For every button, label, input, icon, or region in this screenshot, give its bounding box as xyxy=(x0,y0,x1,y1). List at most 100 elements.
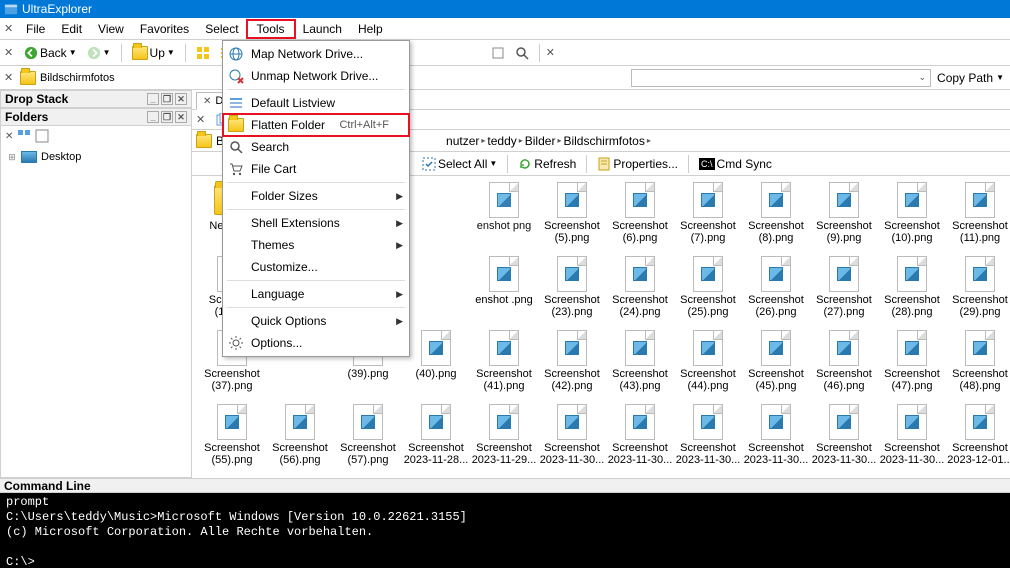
forward-button[interactable]: ▼ xyxy=(83,45,115,61)
tree-expand-icon[interactable]: ⊞ xyxy=(7,152,17,163)
crumb-bilder[interactable]: Bilder▸ xyxy=(525,134,562,148)
address-box[interactable]: Bildschirmfotos xyxy=(14,69,121,87)
folders-toolbar-icon1[interactable] xyxy=(17,129,31,143)
menu-select[interactable]: Select xyxy=(197,20,246,38)
address-close-icon[interactable]: ✕ xyxy=(0,71,14,84)
file-item[interactable]: Screenshot (9).png xyxy=(810,182,878,256)
tools-menu-item[interactable]: Shell Extensions▶ xyxy=(223,212,409,234)
file-item[interactable]: (40).png xyxy=(402,330,470,404)
select-all-icon xyxy=(422,157,436,171)
tree-desktop[interactable]: ⊞ Desktop xyxy=(5,150,187,164)
file-item[interactable]: Screenshot (5).png xyxy=(538,182,606,256)
titlebar: UltraExplorer xyxy=(0,0,1010,18)
menu-launch[interactable]: Launch xyxy=(295,20,350,38)
up-button[interactable]: Up ▼ xyxy=(128,45,179,61)
menu-edit[interactable]: Edit xyxy=(53,20,90,38)
command-line-body[interactable]: prompt C:\Users\teddy\Music>Microsoft Wi… xyxy=(0,493,1010,568)
menubar-close-icon[interactable]: ✕ xyxy=(4,22,18,35)
view-icons-button[interactable] xyxy=(192,45,214,61)
png-file-icon xyxy=(486,330,522,366)
file-item[interactable]: Screenshot (29).png xyxy=(946,256,1010,330)
tools-menu-item[interactable]: Unmap Network Drive... xyxy=(223,65,409,87)
file-item[interactable]: Screenshot 2023-11-30... xyxy=(538,404,606,478)
file-item[interactable]: Screenshot (45).png xyxy=(742,330,810,404)
file-item[interactable]: Screenshot 2023-11-30... xyxy=(810,404,878,478)
search-button[interactable] xyxy=(511,45,533,61)
file-item[interactable]: Screenshot (24).png xyxy=(606,256,674,330)
tools-menu-item[interactable]: File Cart xyxy=(223,158,409,180)
file-item[interactable]: Screenshot (46).png xyxy=(810,330,878,404)
tools-menu-item[interactable]: Options... xyxy=(223,332,409,354)
file-item[interactable]: Screenshot 2023-11-30... xyxy=(606,404,674,478)
file-item[interactable]: Screenshot (7).png xyxy=(674,182,742,256)
file-item[interactable]: Screenshot (56).png xyxy=(266,404,334,478)
file-item[interactable]: Screenshot (48).png xyxy=(946,330,1010,404)
file-item[interactable]: Screenshot (44).png xyxy=(674,330,742,404)
address-folder-name: Bildschirmfotos xyxy=(40,72,115,84)
pane-min-icon[interactable]: _ xyxy=(147,111,159,123)
file-item[interactable]: Screenshot (27).png xyxy=(810,256,878,330)
tools-menu-item[interactable]: Search xyxy=(223,136,409,158)
toolbar-close-2[interactable]: ✕ xyxy=(546,46,555,59)
tools-menu-item[interactable]: Quick Options▶ xyxy=(223,310,409,332)
file-item[interactable]: enshot png xyxy=(470,182,538,256)
file-item[interactable]: Screenshot 2023-11-30... xyxy=(878,404,946,478)
pane-min-icon[interactable]: _ xyxy=(147,93,159,105)
file-item[interactable]: Screenshot 2023-11-29... xyxy=(470,404,538,478)
tools-menu-item[interactable]: Flatten FolderCtrl+Alt+F xyxy=(223,114,409,136)
pane-restore-icon[interactable]: ❐ xyxy=(161,111,173,123)
crumb-teddy[interactable]: teddy▸ xyxy=(487,134,522,148)
tools-menu-item[interactable]: Language▶ xyxy=(223,283,409,305)
copy-path-button[interactable]: Copy Path▼ xyxy=(931,71,1010,85)
properties-button[interactable]: Properties... xyxy=(593,156,682,172)
pane-close-icon[interactable]: ✕ xyxy=(175,93,187,105)
png-file-icon xyxy=(826,256,862,292)
file-item[interactable]: Screenshot (57).png xyxy=(334,404,402,478)
file-item[interactable]: enshot .png xyxy=(470,256,538,330)
menu-tools[interactable]: Tools xyxy=(247,20,295,38)
file-item[interactable]: Screenshot 2023-12-01... xyxy=(946,404,1010,478)
file-item[interactable]: Screenshot (6).png xyxy=(606,182,674,256)
file-item[interactable]: Screenshot (47).png xyxy=(878,330,946,404)
tools-menu-item[interactable]: Map Network Drive... xyxy=(223,43,409,65)
tools-menu-item[interactable]: Folder Sizes▶ xyxy=(223,185,409,207)
file-item[interactable]: Screenshot (43).png xyxy=(606,330,674,404)
select-all-button[interactable]: Select All▼ xyxy=(418,156,501,172)
file-item[interactable]: Screenshot (42).png xyxy=(538,330,606,404)
back-button[interactable]: Back ▼ xyxy=(20,45,81,61)
file-item[interactable]: Screenshot (11).png xyxy=(946,182,1010,256)
menu-favorites[interactable]: Favorites xyxy=(132,20,197,38)
tools-menu-item[interactable]: Customize... xyxy=(223,256,409,278)
pane-close-icon[interactable]: ✕ xyxy=(175,111,187,123)
refresh-button[interactable]: Refresh xyxy=(514,156,580,172)
file-item[interactable]: Screenshot 2023-11-30... xyxy=(742,404,810,478)
file-item[interactable]: Screenshot 2023-11-28... xyxy=(402,404,470,478)
menu-file[interactable]: File xyxy=(18,20,53,38)
folders-toolbar-icon2[interactable] xyxy=(35,129,49,143)
path-combobox[interactable]: ⌄ xyxy=(631,69,931,87)
file-item[interactable]: Screenshot (28).png xyxy=(878,256,946,330)
file-item[interactable]: Screenshot (55).png xyxy=(198,404,266,478)
crumb-nutzer[interactable]: nutzer▸ xyxy=(446,134,485,148)
file-item[interactable]: Screenshot (8).png xyxy=(742,182,810,256)
tools-menu-item[interactable]: Themes▶ xyxy=(223,234,409,256)
file-item[interactable]: Screenshot 2023-11-30... xyxy=(674,404,742,478)
file-item[interactable]: Screenshot (41).png xyxy=(470,330,538,404)
file-item[interactable]: Screenshot (26).png xyxy=(742,256,810,330)
file-item[interactable]: Screenshot (10).png xyxy=(878,182,946,256)
folder-tree[interactable]: ⊞ Desktop xyxy=(0,146,192,478)
pane-restore-icon[interactable]: ❐ xyxy=(161,93,173,105)
toolbar-extra-1[interactable] xyxy=(487,45,509,61)
toolbar-close-icon[interactable]: ✕ xyxy=(4,46,18,59)
png-file-icon xyxy=(962,256,998,292)
sec-close-icon[interactable]: ✕ xyxy=(196,113,205,126)
menu-help[interactable]: Help xyxy=(350,20,391,38)
tab-close-icon[interactable]: ✕ xyxy=(203,96,211,107)
crumb-bildschirmfotos[interactable]: Bildschirmfotos▸ xyxy=(563,134,650,148)
file-item[interactable]: Screenshot (23).png xyxy=(538,256,606,330)
tools-menu-item[interactable]: Default Listview xyxy=(223,92,409,114)
file-item[interactable]: Screenshot (25).png xyxy=(674,256,742,330)
menu-view[interactable]: View xyxy=(90,20,132,38)
cmd-sync-button[interactable]: C:\Cmd Sync xyxy=(695,156,776,172)
folders-toolbar-close[interactable]: ✕ xyxy=(5,131,13,142)
